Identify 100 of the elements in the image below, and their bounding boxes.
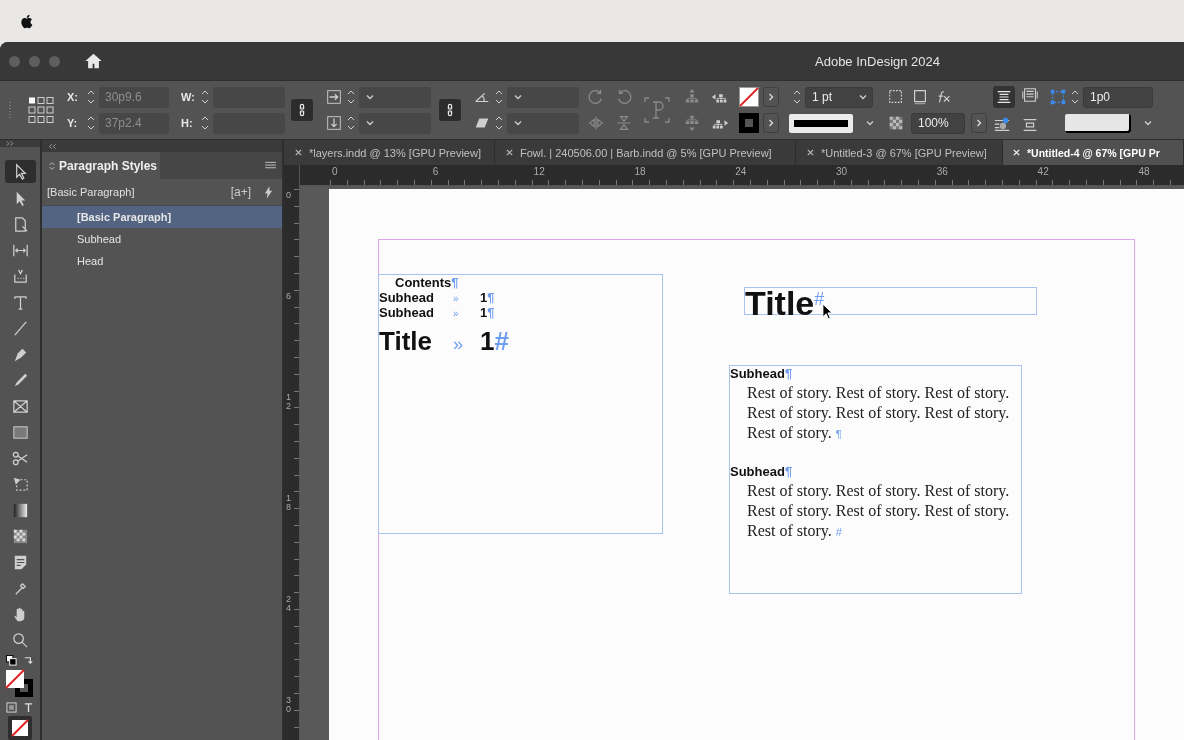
stroke-weight-field[interactable]: 1 pt bbox=[805, 86, 873, 108]
panel-tab[interactable]: Paragraph Styles bbox=[42, 152, 160, 179]
page-number: 1 bbox=[480, 290, 488, 305]
container-format-icon[interactable] bbox=[6, 702, 17, 713]
swap-colors-icon[interactable] bbox=[23, 655, 34, 666]
ruler-label: 36 bbox=[936, 166, 948, 177]
grip-icon[interactable] bbox=[8, 100, 12, 120]
text-frame[interactable] bbox=[729, 365, 1022, 594]
corner-options-icon[interactable] bbox=[887, 88, 905, 106]
ruler-label: 0 bbox=[286, 191, 291, 200]
page-number: 1 bbox=[480, 326, 495, 356]
ruler-label: 6 bbox=[432, 166, 439, 177]
tab-label: *Untitled-3 @ 67% [GPU Preview] bbox=[821, 146, 987, 159]
tab-mark: » bbox=[453, 293, 459, 304]
object-style-dropdown[interactable] bbox=[1065, 112, 1153, 134]
field-label: W: bbox=[181, 91, 196, 103]
pilcrow-mark: ¶ bbox=[784, 464, 793, 479]
body-text: Rest of story. Rest of story. Rest of story. Rest of story. Rest of story. Rest of story. Rest of story. # bbox=[747, 481, 1011, 542]
default-colors-icon[interactable] bbox=[6, 655, 17, 666]
ruler-label: 18 bbox=[634, 166, 646, 177]
toc-entry: Title bbox=[379, 326, 432, 357]
end-of-story-mark: # bbox=[814, 289, 825, 309]
pointer-cursor-icon bbox=[822, 303, 833, 320]
caret-icon bbox=[365, 118, 375, 128]
tab-label: *layers.indd @ 13% [GPU Preview] bbox=[309, 146, 481, 159]
constrain-proportions-button[interactable] bbox=[439, 99, 461, 121]
ruler-label: 12 bbox=[533, 166, 545, 177]
panel-title: Paragraph Styles bbox=[59, 158, 158, 173]
field-label: H: bbox=[181, 117, 194, 129]
opacity-menu-button[interactable] bbox=[971, 113, 987, 133]
field-label: Y: bbox=[67, 117, 79, 129]
wrap-jump-icon[interactable] bbox=[1021, 116, 1039, 134]
pilcrow-mark: ¶ bbox=[487, 305, 495, 320]
opacity-icon bbox=[887, 114, 905, 132]
ruler-label: 24 bbox=[286, 595, 291, 613]
reference-point-icon[interactable] bbox=[27, 96, 55, 124]
chevron-right-icon bbox=[974, 118, 984, 128]
fill-stroke-swatches[interactable] bbox=[5, 669, 35, 699]
text-frame[interactable]: Title# bbox=[744, 287, 1037, 315]
tab-label: *Untitled-4 @ 67% [GPU Pr bbox=[1027, 146, 1160, 159]
selection-tool-icon[interactable] bbox=[4, 160, 36, 183]
current-style: [Basic Paragraph] bbox=[47, 186, 136, 198]
toc-heading: Contents bbox=[395, 275, 452, 290]
menu-icon[interactable] bbox=[265, 161, 276, 170]
window-title: Adobe InDesign 2024 bbox=[815, 53, 941, 69]
end-of-story-mark: # bbox=[494, 326, 509, 356]
caret-icon bbox=[365, 92, 375, 102]
close-icon[interactable] bbox=[294, 148, 303, 157]
chain-icon bbox=[445, 102, 455, 118]
field-label: X: bbox=[67, 91, 79, 103]
constrain-proportions-button[interactable] bbox=[291, 99, 313, 121]
style-list-item[interactable]: Head bbox=[42, 250, 282, 272]
tab-label: Fowl. | 240506.00 | Barb.indd @ 5% [GPU Preview] bbox=[520, 146, 772, 159]
fill-menu-button[interactable] bbox=[763, 87, 779, 107]
text-frame[interactable]: Contents¶ Subhead » 1¶ Subhead » 1¶ Title » 1# bbox=[378, 274, 663, 534]
ruler-label: 0 bbox=[332, 166, 338, 177]
caret-icon bbox=[865, 118, 875, 128]
home-icon[interactable] bbox=[84, 52, 103, 70]
close-icon[interactable] bbox=[505, 148, 514, 157]
document-tab[interactable]: *Untitled-4 @ 67% [GPU Pr bbox=[1003, 140, 1184, 165]
collapse-icon[interactable] bbox=[48, 142, 57, 150]
ruler-label: 30 bbox=[286, 696, 291, 714]
style-list-item[interactable]: Subhead bbox=[42, 228, 282, 250]
stroke-menu-button[interactable] bbox=[763, 113, 779, 133]
new-style-button[interactable]: [a+] bbox=[227, 185, 254, 199]
chevron-right-icon bbox=[766, 118, 776, 128]
style-list-item[interactable]: [Basic Paragraph] bbox=[42, 206, 282, 228]
text-format-icon[interactable] bbox=[23, 702, 34, 713]
pilcrow-mark: ¶ bbox=[451, 275, 459, 290]
toc-entry: Subhead bbox=[379, 290, 434, 305]
ruler-label: 48 bbox=[1138, 166, 1150, 177]
offset-field[interactable]: 1p0 bbox=[1083, 86, 1153, 108]
stroke-type-dropdown[interactable] bbox=[789, 112, 875, 134]
drop-shadow-icon[interactable] bbox=[911, 88, 929, 106]
ruler-label: 30 bbox=[836, 166, 848, 177]
chevron-right-icon bbox=[766, 92, 776, 102]
body-text: Rest of story. Rest of story. Rest of story. Rest of story. Rest of story. Rest of story. Rest of story. ¶ bbox=[747, 383, 1011, 444]
ruler-label: 18 bbox=[286, 494, 291, 512]
ruler-label: 6 bbox=[286, 292, 291, 301]
lightning-icon[interactable] bbox=[264, 185, 273, 199]
fill-swatch[interactable] bbox=[739, 87, 759, 107]
opacity-field[interactable]: 100% bbox=[911, 112, 965, 134]
expand-icon[interactable] bbox=[6, 140, 15, 147]
toc-entry: Subhead bbox=[379, 305, 434, 320]
scale-y-icon bbox=[325, 114, 343, 132]
pilcrow-mark: ¶ bbox=[487, 290, 495, 305]
wrap-object-icon[interactable] bbox=[993, 116, 1011, 134]
tab-mark: » bbox=[453, 334, 463, 355]
scale-x-icon bbox=[325, 88, 343, 106]
align-lines-icon[interactable] bbox=[993, 86, 1015, 108]
apply-none-button[interactable] bbox=[8, 716, 32, 740]
close-icon[interactable] bbox=[806, 148, 815, 157]
pilcrow-mark: ¶ bbox=[784, 366, 793, 381]
subhead-text: Subhead bbox=[730, 366, 785, 381]
ruler-label: 24 bbox=[735, 166, 747, 177]
chain-icon bbox=[297, 102, 307, 118]
text-frame-options-icon[interactable] bbox=[1021, 86, 1039, 104]
stroke-swatch[interactable] bbox=[739, 113, 759, 133]
caret-icon bbox=[513, 92, 523, 102]
ruler-label: 42 bbox=[1037, 166, 1049, 177]
